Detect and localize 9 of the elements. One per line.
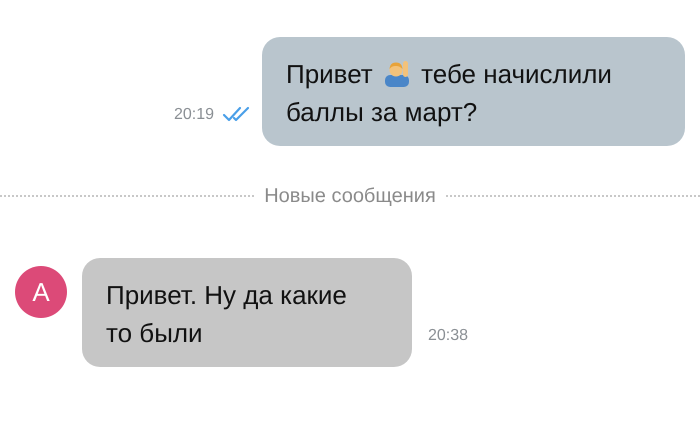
- new-messages-label: Новые сообщения: [263, 184, 437, 208]
- message-time: 20:19: [174, 106, 214, 124]
- message-text: баллы за март?: [286, 97, 478, 127]
- message-text: Привет: [286, 59, 373, 89]
- message-text: тебе начислили: [421, 59, 612, 89]
- person-raising-hand-icon: [384, 59, 410, 87]
- message-time: 20:38: [428, 327, 468, 345]
- avatar[interactable]: А: [15, 266, 67, 318]
- message-text: Привет. Ну да какие то были: [106, 279, 348, 350]
